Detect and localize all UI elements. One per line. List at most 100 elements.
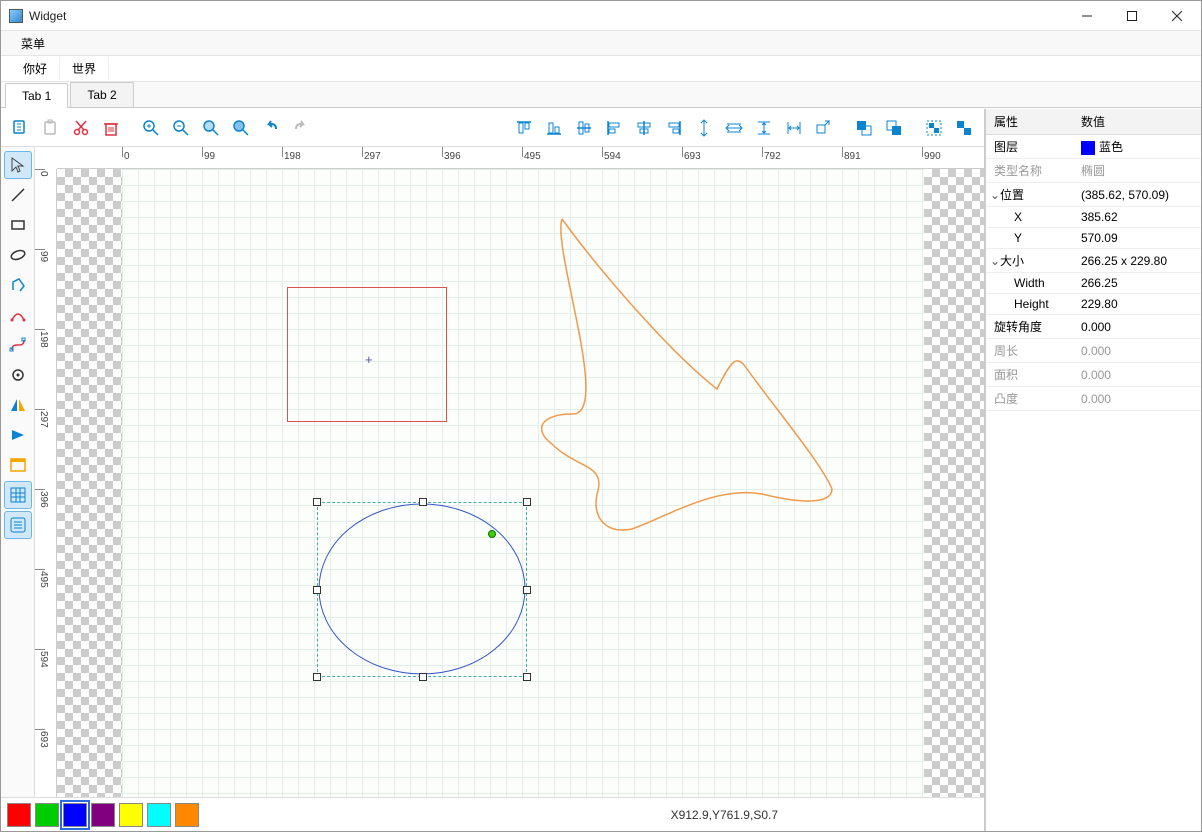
canvas-wrap: 099198297396495594693792891990 099198297… [35,147,984,797]
redo-button[interactable] [287,114,315,142]
handle-ne[interactable] [523,498,531,506]
tab-2[interactable]: Tab 2 [70,82,133,107]
sub-menu-bar: 你好 世界 [1,56,1201,82]
polygon-tool[interactable] [4,271,32,299]
props-header-val: 数值 [1073,109,1201,135]
menu-main[interactable]: 菜单 [11,32,55,55]
main-area: 099198297396495594693792891990 099198297… [1,108,1201,831]
prop-row-x[interactable]: X385.62 [986,207,1201,228]
align-top-button[interactable] [510,114,538,142]
same-size-button[interactable] [810,114,838,142]
drawing-canvas[interactable]: + [57,169,984,797]
zoom-in-button[interactable] [137,114,165,142]
zoom-out-button[interactable] [167,114,195,142]
delete-button[interactable] [97,114,125,142]
align-hcenter-button[interactable] [630,114,658,142]
origin-marker-icon: + [365,352,373,367]
menu-hello[interactable]: 你好 [11,57,60,80]
properties-panel: 属性数值 图层蓝色 类型名称椭圆 ⌄位置(385.62, 570.09) X38… [985,109,1201,831]
minimize-button[interactable] [1064,1,1109,31]
undo-button[interactable] [257,114,285,142]
image-tool[interactable] [4,451,32,479]
rotate-tool[interactable] [4,421,32,449]
line-tool[interactable] [4,181,32,209]
ellipse-tool[interactable] [4,241,32,269]
align-left-button[interactable] [600,114,628,142]
align-vcenter-button[interactable] [570,114,598,142]
color-swatch-4[interactable] [119,803,143,827]
color-swatch-2[interactable] [63,803,87,827]
handle-sw[interactable] [313,673,321,681]
editor-area: 099198297396495594693792891990 099198297… [1,147,984,797]
prop-row-width[interactable]: Width266.25 [986,273,1201,294]
color-swatch-0[interactable] [7,803,31,827]
bezier-tool[interactable] [4,331,32,359]
mirror-tool[interactable] [4,391,32,419]
ungroup-button[interactable] [950,114,978,142]
paste-button[interactable] [37,114,65,142]
canvas-margin-left [57,169,122,797]
handle-n[interactable] [419,498,427,506]
bring-forward-button[interactable] [850,114,878,142]
close-button[interactable] [1154,1,1199,31]
prop-row-position[interactable]: ⌄位置(385.62, 570.09) [986,183,1201,207]
zoom-actual-button[interactable] [227,114,255,142]
color-swatch-1[interactable] [35,803,59,827]
vertical-ruler: 099198297396495594693 [35,169,57,797]
copy-button[interactable] [7,114,35,142]
handle-nw[interactable] [313,498,321,506]
handle-s[interactable] [419,673,427,681]
distribute-h-button[interactable] [720,114,748,142]
canvas-margin-right [924,169,984,797]
prop-row-y[interactable]: Y570.09 [986,228,1201,249]
tab-1[interactable]: Tab 1 [5,83,68,108]
cut-button[interactable] [67,114,95,142]
distribute-v-button[interactable] [690,114,718,142]
prop-row-convexity: 凸度0.000 [986,387,1201,411]
handle-e[interactable] [523,586,531,594]
color-swatch-5[interactable] [147,803,171,827]
grid-tool[interactable] [4,481,32,509]
handle-w[interactable] [313,586,321,594]
app-icon [9,9,23,23]
group-button[interactable] [920,114,948,142]
color-swatch-3[interactable] [91,803,115,827]
main-toolbar [1,109,984,147]
maximize-button[interactable] [1109,1,1154,31]
window-title: Widget [29,9,1064,23]
color-swatch-6[interactable] [175,803,199,827]
editor-column: 099198297396495594693792891990 099198297… [1,109,985,831]
prop-row-area: 面积0.000 [986,363,1201,387]
drawing-surface[interactable]: + [122,169,924,797]
same-width-button[interactable] [780,114,808,142]
align-bottom-button[interactable] [540,114,568,142]
prop-row-typename: 类型名称椭圆 [986,159,1201,183]
align-right-button[interactable] [660,114,688,142]
properties-table: 属性数值 图层蓝色 类型名称椭圆 ⌄位置(385.62, 570.09) X38… [986,109,1201,411]
same-height-button[interactable] [750,114,778,142]
tab-bar: Tab 1 Tab 2 [1,82,1201,108]
point-tool[interactable] [4,361,32,389]
titlebar: Widget [1,1,1201,31]
color-bar: X912.9,Y761.9,S0.7 [1,797,984,831]
select-tool[interactable] [4,151,32,179]
layer-color-icon [1081,141,1095,155]
arc-tool[interactable] [4,301,32,329]
selection-box[interactable] [317,502,527,677]
prop-row-rotation[interactable]: 旋转角度0.000 [986,315,1201,339]
prop-row-size[interactable]: ⌄大小266.25 x 229.80 [986,249,1201,273]
send-backward-button[interactable] [880,114,908,142]
prop-row-layer[interactable]: 图层蓝色 [986,135,1201,159]
list-tool[interactable] [4,511,32,539]
shape-freehand-arrow[interactable] [522,214,852,534]
tool-palette [1,147,35,797]
menu-world[interactable]: 世界 [60,57,109,80]
props-header-attr: 属性 [986,109,1073,135]
rectangle-tool[interactable] [4,211,32,239]
zoom-fit-button[interactable] [197,114,225,142]
prop-row-perimeter: 周长0.000 [986,339,1201,363]
horizontal-ruler: 099198297396495594693792891990 [57,147,984,169]
handle-se[interactable] [523,673,531,681]
rotate-handle[interactable] [488,530,496,538]
prop-row-height[interactable]: Height229.80 [986,294,1201,315]
